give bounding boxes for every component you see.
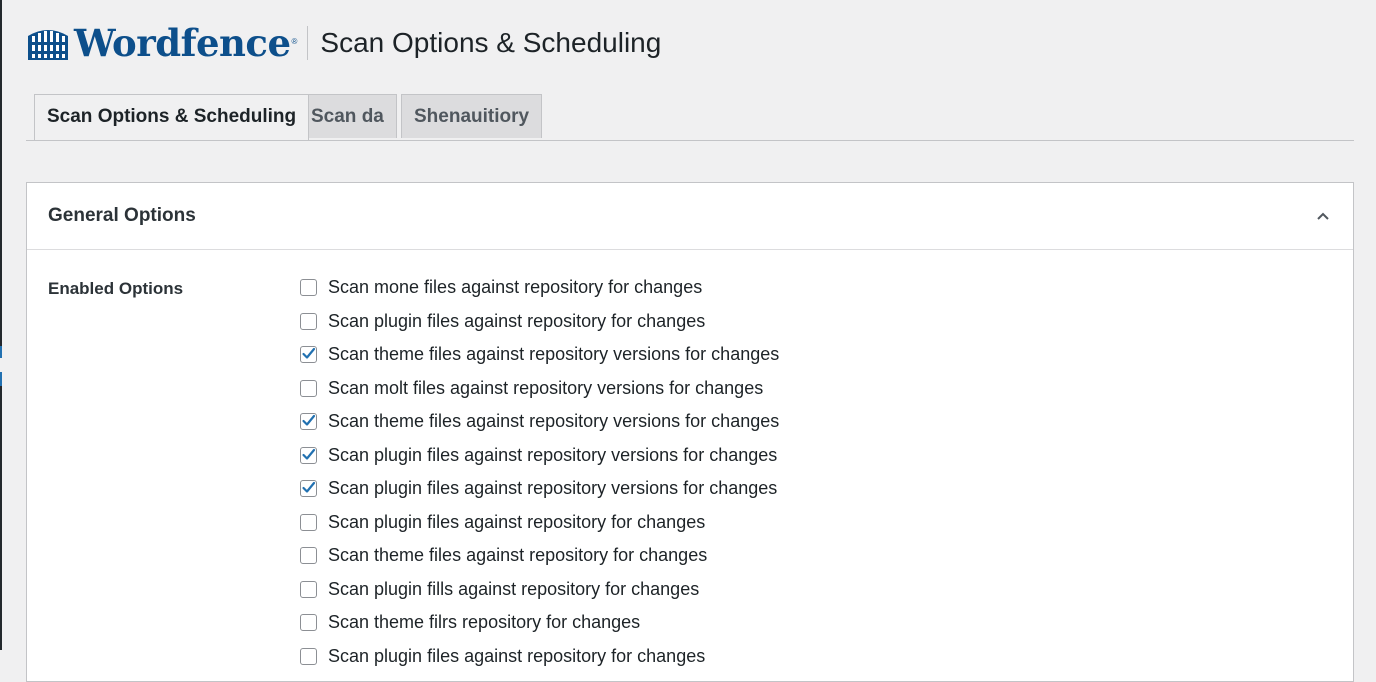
- scan-option-checkbox-11[interactable]: [300, 614, 317, 632]
- scan-option-checkbox-6[interactable]: [300, 446, 317, 464]
- wordfence-logo-icon: [28, 30, 68, 60]
- tab-shenauitiory[interactable]: Shenauitiory: [401, 94, 543, 138]
- scan-option-checkbox-2[interactable]: [300, 312, 317, 330]
- general-options-panel-header[interactable]: General Options: [27, 183, 1353, 250]
- panel-title: General Options: [48, 205, 196, 226]
- scan-option-checkbox-3[interactable]: [300, 346, 317, 364]
- registered-mark: ®: [291, 37, 298, 46]
- scan-option-item-10[interactable]: Scan plugin fills against repository for…: [300, 573, 779, 607]
- scan-option-item-2[interactable]: Scan plugin files against repository for…: [300, 305, 779, 339]
- scan-option-item-3[interactable]: Scan theme files against repository vers…: [300, 338, 779, 372]
- checkmark-icon: [302, 448, 316, 460]
- scan-option-label: Scan theme files against repository for …: [328, 545, 708, 566]
- scan-option-checkbox-1[interactable]: [300, 279, 317, 297]
- scan-option-label: Scan plugin fills against repository for…: [328, 578, 700, 599]
- scan-option-label: Scan plugin files against repository for…: [328, 511, 706, 532]
- enabled-options-label: Enabled Options: [48, 279, 184, 298]
- scan-option-label: Scan plugin files against repository ver…: [328, 444, 778, 465]
- scan-option-checkbox-9[interactable]: [300, 547, 317, 565]
- scan-option-label: Scan mone files against repository for c…: [328, 277, 703, 298]
- checkmark-icon: [302, 482, 316, 493]
- scan-option-label: Scan molt files against repository versi…: [328, 377, 764, 398]
- chevron-up-icon[interactable]: [1315, 208, 1331, 224]
- scan-option-item-5[interactable]: Scan theme files against repository vers…: [300, 405, 779, 439]
- checkmark-icon: [302, 415, 316, 426]
- scan-option-item-7[interactable]: Scan plugin files against repository ver…: [300, 472, 779, 506]
- wordfence-logo: Wordfence ®: [26, 20, 297, 66]
- admin-sidebar-edge: [0, 0, 2, 650]
- scan-option-label: Scan plugin files against repository for…: [328, 645, 706, 666]
- scan-option-label: Scan theme filrs repository for changes: [328, 612, 641, 633]
- scan-option-item-4[interactable]: Scan molt files against repository versi…: [300, 372, 779, 406]
- scan-option-checkbox-8[interactable]: [300, 513, 317, 531]
- scan-option-item-8[interactable]: Scan plugin files against repository for…: [300, 506, 779, 540]
- checkmark-icon: [302, 348, 316, 359]
- scan-option-label: Scan theme files against repository vers…: [328, 344, 780, 365]
- tab-scan-options-scheduling[interactable]: Scan Options & Scheduling: [34, 94, 310, 140]
- scan-option-checkbox-12[interactable]: [300, 647, 317, 665]
- scan-option-label: Scan plugin files against repository for…: [328, 310, 706, 331]
- scan-option-checkbox-10[interactable]: [300, 580, 317, 598]
- scan-option-checkbox-4[interactable]: [300, 379, 317, 397]
- scan-option-checkbox-7[interactable]: [300, 480, 317, 498]
- page-title: Scan Options & Scheduling: [320, 27, 662, 58]
- general-options-panel: General Options Enabled Options Scan mon…: [26, 182, 1354, 682]
- scan-option-label: Scan theme files against repository vers…: [328, 411, 780, 432]
- scan-option-item-11[interactable]: Scan theme filrs repository for changes: [300, 606, 779, 640]
- scan-option-item-6[interactable]: Scan plugin files against repository ver…: [300, 439, 779, 473]
- scan-option-item-9[interactable]: Scan theme files against repository for …: [300, 539, 779, 573]
- tab-scan-da[interactable]: Scan da: [298, 94, 397, 138]
- scan-option-item-12[interactable]: Scan plugin files against repository for…: [300, 640, 779, 674]
- page-header: Wordfence ® Scan Options & Scheduling: [26, 20, 661, 66]
- header-divider: [307, 26, 309, 60]
- tab-bar: Scan Options & Scheduling Scan da Shenau…: [26, 94, 1354, 141]
- logo-wordmark: Wordfence: [74, 21, 291, 65]
- enabled-options-list: Scan mone files against repository for c…: [300, 271, 779, 673]
- scan-option-checkbox-5[interactable]: [300, 413, 317, 431]
- admin-sidebar-gap: [0, 358, 2, 372]
- scan-option-item-1[interactable]: Scan mone files against repository for c…: [300, 271, 779, 305]
- scan-option-label: Scan plugin files against repository ver…: [328, 478, 778, 499]
